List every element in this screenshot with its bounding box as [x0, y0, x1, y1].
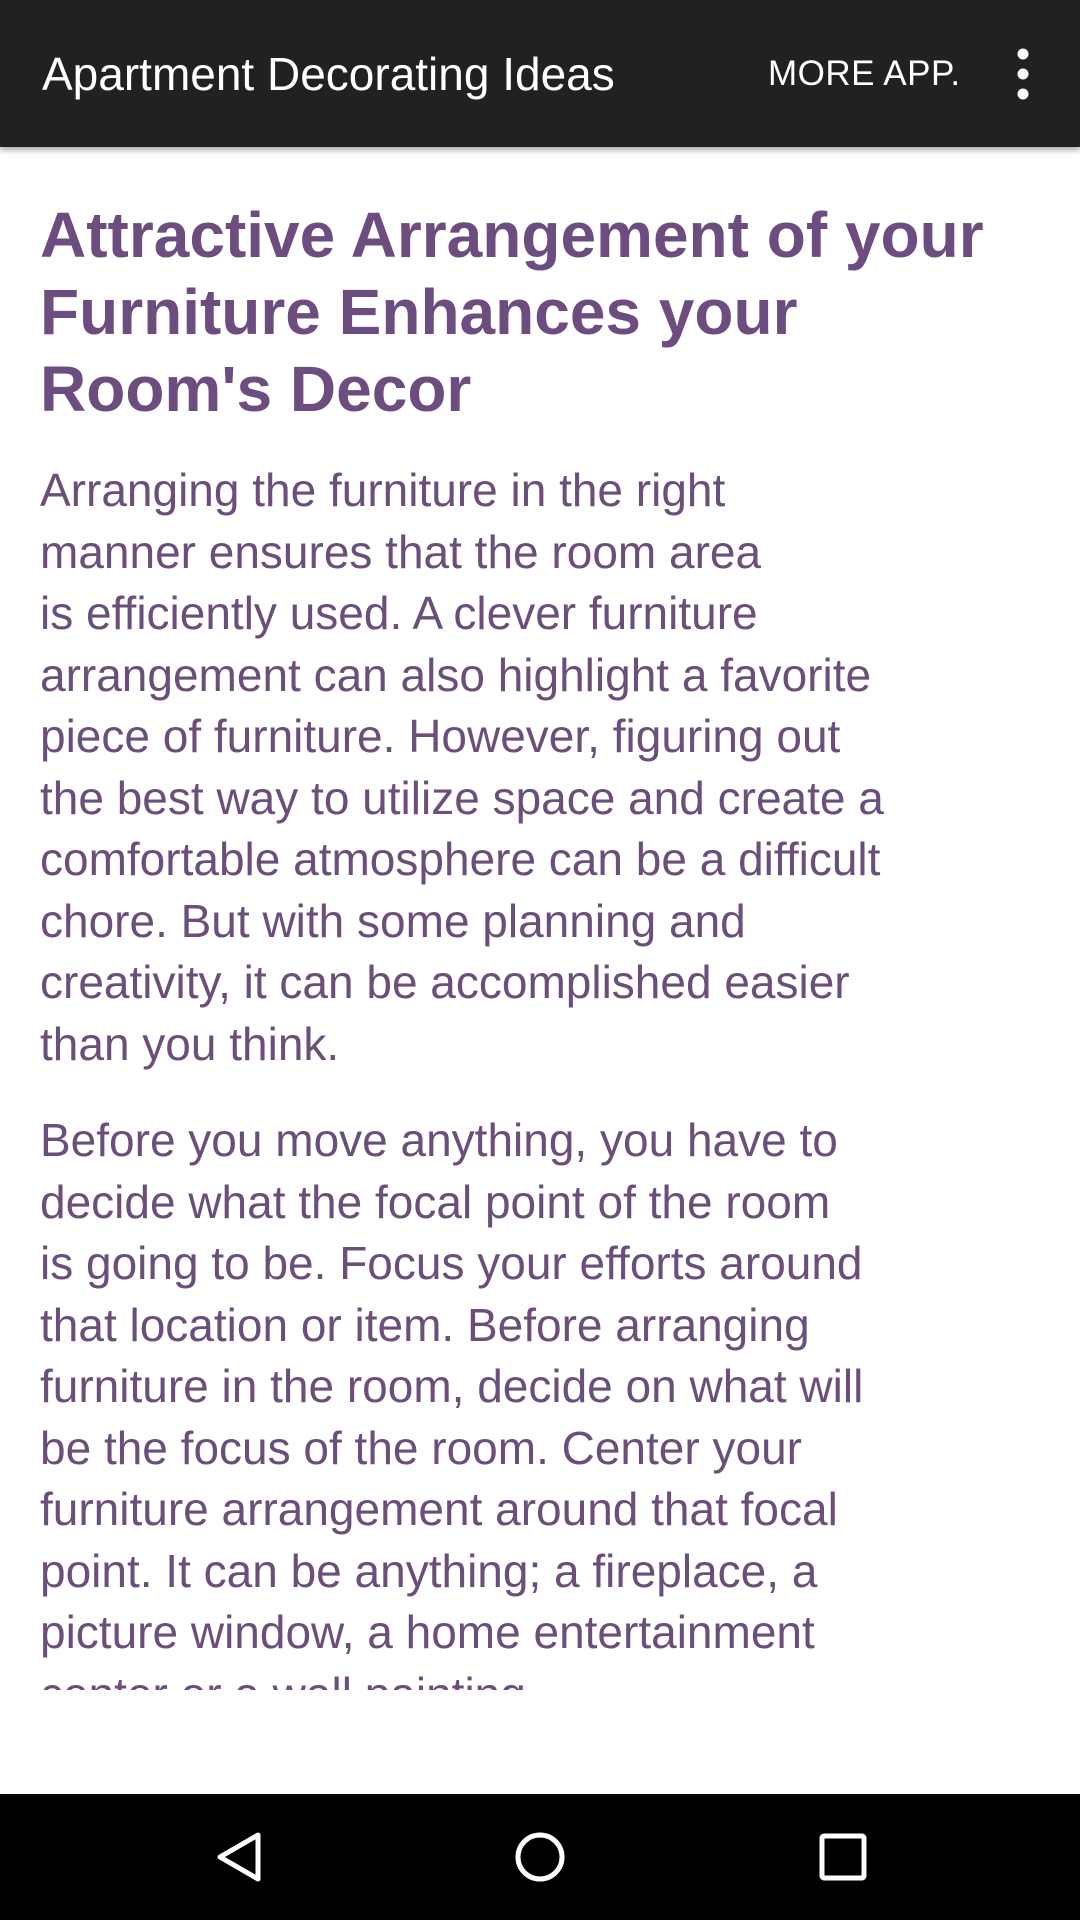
article-content[interactable]: Attractive Arrangement of your Furniture…	[0, 147, 1080, 1690]
app-title: Apartment Decorating Ideas	[42, 48, 615, 100]
home-icon[interactable]	[500, 1817, 580, 1897]
system-nav-bar	[0, 1794, 1080, 1920]
article-paragraph: Before you move anything, you have to de…	[40, 1114, 864, 1690]
app-bar: Apartment Decorating Ideas MORE APP.	[0, 0, 1080, 147]
back-icon[interactable]	[200, 1817, 280, 1897]
article-title: Attractive Arrangement of your Furniture…	[40, 199, 984, 425]
article-paragraph: Arranging the furniture in the right man…	[40, 464, 884, 1070]
more-vert-icon[interactable]	[1003, 40, 1043, 108]
recents-icon[interactable]	[803, 1817, 883, 1897]
more-app-button[interactable]: MORE APP.	[768, 52, 961, 96]
